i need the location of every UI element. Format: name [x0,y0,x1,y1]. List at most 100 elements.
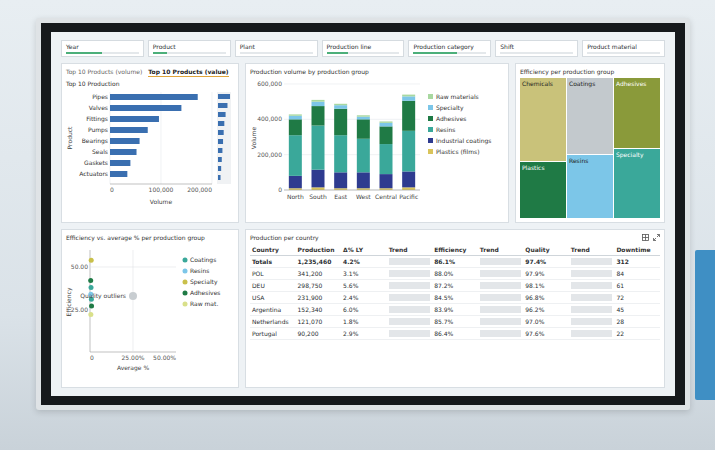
filter-pill[interactable]: Production line [322,40,405,57]
bar-segment[interactable] [357,115,370,116]
column-header[interactable]: Δ% LY [341,244,387,256]
bar-segment[interactable] [357,119,370,138]
bar-segment[interactable] [380,126,393,144]
treemap-cell[interactable]: Chemicals [520,78,566,161]
bar-segment[interactable] [312,126,325,170]
bar-segment[interactable] [334,109,347,136]
outlier-point[interactable] [129,292,137,300]
column-header[interactable]: Downtime [614,244,660,256]
legend-item[interactable]: Specialty [428,104,464,112]
bar-segment[interactable] [402,131,415,172]
bar-segment[interactable] [380,121,393,122]
bar[interactable] [110,94,198,100]
bar-segment[interactable] [334,172,347,188]
scatter-chart: Efficiency50.0025.00025.00%50.00%Average… [66,244,234,376]
legend-item[interactable]: Adhesives [428,115,466,122]
data-point[interactable] [89,304,94,309]
bar-segment[interactable] [312,187,325,190]
bar-segment[interactable] [402,95,415,97]
bar[interactable] [110,149,137,155]
table-row[interactable]: POL341,2003.1%88.0%97.9%84 [250,268,660,280]
panel-tab[interactable]: Top 10 Products (volume) [66,68,142,77]
bar[interactable] [110,127,148,133]
overview-strip[interactable] [217,92,231,184]
table-row[interactable]: USA231,9002.4%84.5%96.8%72 [250,292,660,304]
filter-track [327,52,400,54]
bar-segment[interactable] [289,176,302,188]
expand-icon[interactable] [653,234,660,241]
table-row[interactable]: Portugal90,2002.9%86.4%97.6%22 [250,328,660,340]
bar-segment[interactable] [334,105,347,109]
y-axis-label: Product [66,126,73,149]
bar-segment[interactable] [289,114,302,115]
category-label: Pacific [399,193,418,200]
data-point[interactable] [89,258,94,263]
bar-segment[interactable] [334,104,347,105]
bar[interactable] [110,171,127,177]
category-label: East [334,193,348,200]
treemap-cell[interactable]: Resins [567,155,613,218]
legend-item[interactable]: Raw materials [428,93,479,100]
legend-item[interactable]: Resins [428,126,455,133]
bar-segment[interactable] [312,102,325,106]
column-header[interactable]: Trend [569,244,615,256]
treemap-cell[interactable]: Plastics [520,162,566,218]
bar-segment[interactable] [402,171,415,187]
bar-segment[interactable] [312,106,325,125]
filter-pill[interactable]: Shift [495,40,578,57]
divider-line [90,267,176,268]
treemap-cell[interactable]: Adhesives [614,78,660,148]
bar-segment[interactable] [312,170,325,188]
trend-box [571,270,613,277]
column-header[interactable]: Efficiency [432,244,478,256]
data-point[interactable] [88,278,93,283]
bar-segment[interactable] [289,135,302,176]
bar-segment[interactable] [357,172,370,188]
bar-segment[interactable] [312,100,325,102]
column-header[interactable]: Quality [523,244,569,256]
bar[interactable] [110,160,130,166]
filter-pill[interactable]: Year [61,40,144,57]
table-row[interactable]: Totals1,235,4604.2%86.1%97.4%312 [250,256,660,268]
panel-tab[interactable]: Top 10 Products (value) [148,68,228,77]
legend-item[interactable]: Plastics (films) [428,148,480,155]
bar-segment[interactable] [289,119,302,135]
table-row[interactable]: Argentina152,3406.0%83.9%96.2%45 [250,304,660,316]
filter-pill[interactable]: Production category [408,40,491,57]
bar-segment[interactable] [402,101,415,131]
bar-segment[interactable] [380,174,393,188]
table-icon[interactable] [642,234,649,241]
bar-segment[interactable] [357,139,370,173]
filter-pill[interactable]: Product [148,40,231,57]
legend-item[interactable]: Coatings [183,256,217,264]
trend-box [389,294,431,301]
data-point[interactable] [88,312,93,317]
bar[interactable] [110,138,140,144]
bar-segment[interactable] [357,117,370,120]
bar-segment[interactable] [289,116,302,120]
bar-segment[interactable] [402,96,415,100]
top-row: Top 10 Products (volume) Top 10 Products … [61,63,665,223]
legend-item[interactable]: Adhesives [183,289,221,296]
bar-segment[interactable] [402,187,415,190]
legend-item[interactable]: Resins [183,267,210,274]
column-header[interactable]: Trend [478,244,524,256]
treemap-cell[interactable]: Coatings [567,78,613,154]
filter-pill[interactable]: Plant [235,40,318,57]
column-header[interactable]: Trend [387,244,433,256]
bar[interactable] [110,116,159,122]
bar-segment[interactable] [380,144,393,174]
legend-item[interactable]: Raw mat. [183,300,219,307]
legend-item[interactable]: Specialty [183,278,218,286]
table-row[interactable]: DEU298,7505.6%87.2%98.1%61 [250,280,660,292]
legend-item[interactable]: Industrial coatings [428,137,491,145]
column-header[interactable]: Country [250,244,296,256]
treemap-cell[interactable]: Specialty [614,149,660,219]
bar-segment[interactable] [334,135,347,172]
filter-pill[interactable]: Product material [582,40,665,57]
table-row[interactable]: Netherlands121,0701.8%85.7%97.0%28 [250,316,660,328]
data-point[interactable] [89,285,94,290]
column-header[interactable]: Production [296,244,342,256]
bar-segment[interactable] [380,123,393,127]
bar[interactable] [110,105,181,111]
